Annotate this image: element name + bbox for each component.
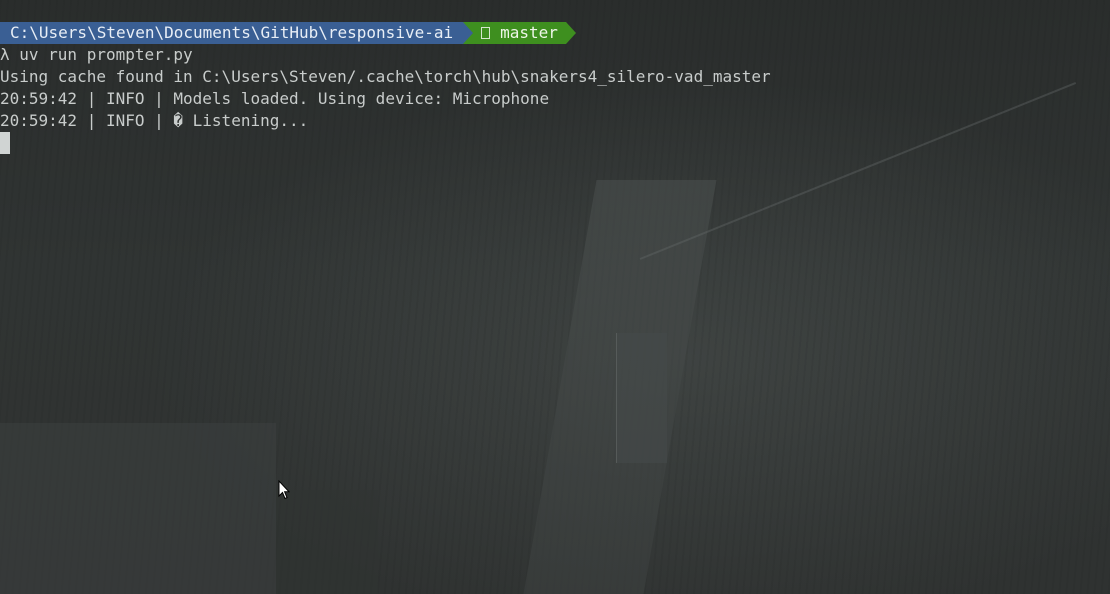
- log-line: 20:59:42 | INFO | � Listening...: [0, 111, 309, 130]
- output-line: Using cache found in C:\Users\Steven/.ca…: [0, 67, 771, 86]
- prompt-branch-segment: master: [473, 22, 566, 44]
- text-cursor-block[interactable]: [0, 132, 10, 154]
- command-line: λ uv run prompter.py: [0, 45, 193, 64]
- prompt-separator-icon: [463, 22, 474, 44]
- log-line: 20:59:42 | INFO | Models loaded. Using d…: [0, 89, 550, 108]
- prompt-bar: C:\Users\Steven\Documents\GitHub\respons…: [0, 22, 576, 44]
- terminal-window[interactable]: C:\Users\Steven\Documents\GitHub\respons…: [0, 0, 1110, 594]
- background-path: [523, 180, 717, 594]
- prompt-end-icon: [565, 22, 576, 44]
- git-branch-icon: [481, 27, 491, 39]
- background-block-shadow: [276, 490, 378, 594]
- background-rail: [639, 82, 1077, 260]
- prompt-branch: master: [500, 23, 558, 42]
- background-post: [616, 333, 667, 463]
- background-block: [0, 423, 276, 594]
- mouse-pointer-icon: [278, 479, 291, 504]
- prompt-path: C:\Users\Steven\Documents\GitHub\respons…: [0, 22, 464, 44]
